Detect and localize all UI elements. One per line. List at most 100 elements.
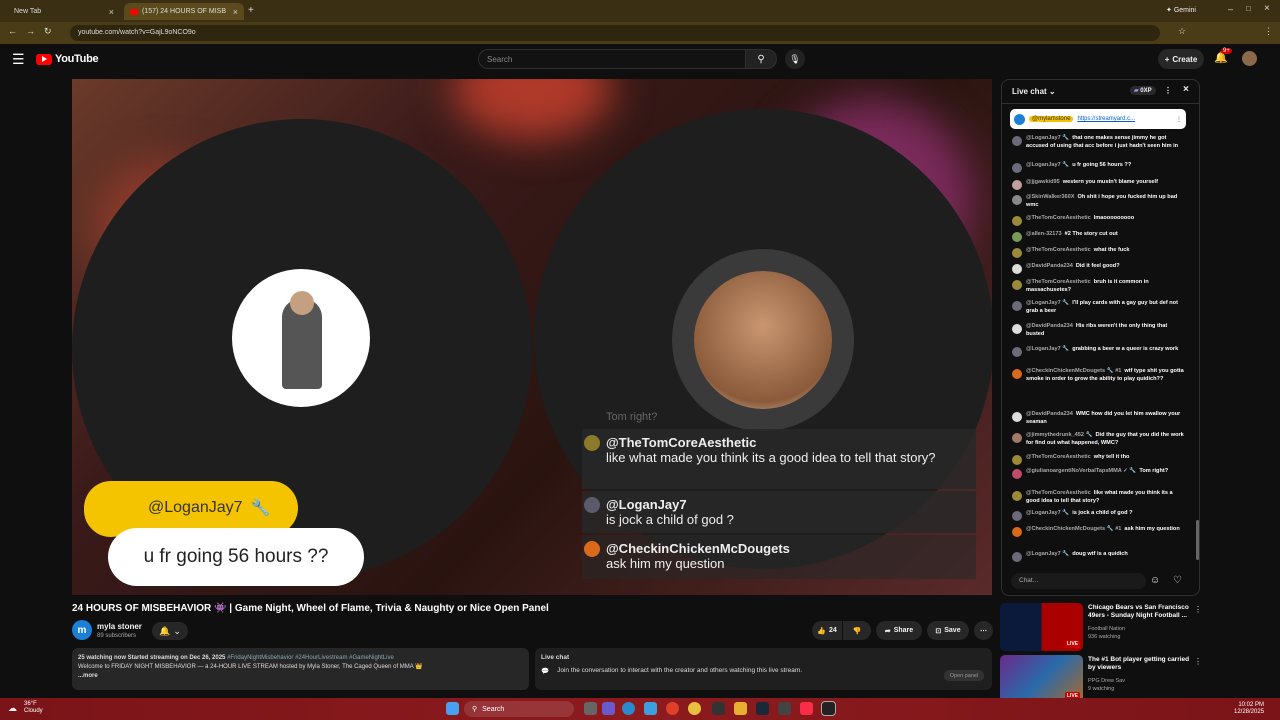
- dislike-button[interactable]: 👎: [843, 621, 871, 640]
- pinned-link[interactable]: https://streamyard.c...: [1077, 116, 1135, 122]
- task-view-icon[interactable]: [584, 702, 597, 715]
- subscribed-bell-button[interactable]: 🔔 ⌄: [152, 622, 188, 640]
- steam-icon[interactable]: [756, 702, 769, 715]
- chat-username[interactable]: @SkinWalker360X: [1026, 194, 1074, 200]
- chat-username[interactable]: @LoganJay7 🔧: [1026, 162, 1069, 168]
- voice-search-button[interactable]: 🎙: [785, 49, 805, 69]
- chat-username[interactable]: @CheckinChickenMcDougets 🔧 #1: [1026, 526, 1121, 532]
- save-button[interactable]: ⊡ Save: [927, 621, 969, 640]
- gemini-button[interactable]: ✦ Gemini: [1166, 6, 1196, 14]
- chat-message[interactable]: @LoganJay7 🔧 u fr going 56 hours ??: [1010, 162, 1186, 173]
- chat-message[interactable]: @LoganJay7 🔧 is jock a child of god ?: [1010, 510, 1186, 521]
- chat-username[interactable]: @DavidPanda234: [1026, 323, 1073, 329]
- maximize-icon[interactable]: □: [1246, 4, 1251, 13]
- chat-username[interactable]: @CheckinChickenMcDougets 🔧 #1: [1026, 368, 1121, 374]
- bookmark-star-icon[interactable]: ☆: [1178, 26, 1186, 37]
- xp-badge[interactable]: ▰ 0XP: [1130, 86, 1156, 95]
- open-panel-button[interactable]: Open panel: [944, 670, 984, 681]
- back-icon[interactable]: ←: [8, 26, 17, 36]
- chat-username[interactable]: @TheTomCoreAesthetic: [1026, 490, 1091, 496]
- suggested-video[interactable]: LIVE Chicago Bears vs San Francisco 49er…: [1000, 603, 1202, 651]
- show-more-link[interactable]: ...more: [78, 672, 523, 681]
- chat-username[interactable]: @jjgawkid95: [1026, 179, 1060, 185]
- chat-username[interactable]: @allen-32173: [1026, 231, 1062, 237]
- chat-message[interactable]: @CheckinChickenMcDougets 🔧 #1 ask him my …: [1010, 526, 1186, 537]
- chat-message[interactable]: @LoganJay7 🔧 I'll play cards with a gay g…: [1010, 300, 1186, 315]
- pinned-more-icon[interactable]: ⋮: [1176, 116, 1182, 123]
- chrome-icon[interactable]: [688, 702, 701, 715]
- hamburger-menu-icon[interactable]: ☰: [12, 51, 25, 68]
- more-vertical-icon[interactable]: ⋮: [1194, 657, 1202, 666]
- chat-message[interactable]: @TheTomCoreAesthetic like what made you t…: [1010, 490, 1186, 505]
- more-actions-button[interactable]: ⋯: [974, 621, 993, 640]
- browser-menu-icon[interactable]: ⋮: [1264, 26, 1273, 37]
- create-button[interactable]: + Create: [1158, 49, 1204, 69]
- chat-username[interactable]: @TheTomCoreAesthetic: [1026, 279, 1091, 285]
- chat-message[interactable]: @TheTomCoreAesthetic what the fuck: [1010, 247, 1186, 258]
- windows-start-icon[interactable]: [446, 702, 459, 715]
- chat-message[interactable]: @LoganJay7 🔧 doug wtf is a quidich: [1010, 551, 1186, 562]
- app-icon[interactable]: [712, 702, 725, 715]
- chat-more-icon[interactable]: ⋮: [1164, 86, 1172, 95]
- chat-username[interactable]: @LoganJay7 🔧: [1026, 551, 1069, 557]
- like-button[interactable]: 👍 24: [812, 621, 842, 640]
- weather-widget[interactable]: 36°F Cloudy: [24, 701, 43, 715]
- file-explorer-icon[interactable]: [734, 702, 747, 715]
- chat-username[interactable]: @giulianoargentiNoVerbalTapsMMA ✓ 🔧: [1026, 468, 1136, 474]
- suggested-video[interactable]: LIVE The #1 Bot player getting carried b…: [1000, 655, 1202, 703]
- chat-message[interactable]: @DavidPanda234 WMC how did you let him sw…: [1010, 411, 1186, 426]
- chat-scrollbar[interactable]: [1196, 520, 1199, 560]
- channel-name[interactable]: myla stoner: [97, 622, 142, 631]
- tab-youtube[interactable]: (157) 24 HOURS OF MISB ×: [124, 3, 244, 20]
- new-tab-icon[interactable]: +: [248, 5, 254, 16]
- close-icon[interactable]: ×: [109, 7, 114, 17]
- reload-icon[interactable]: ↻: [44, 26, 52, 37]
- channel-avatar[interactable]: m: [72, 620, 92, 640]
- youtube-logo[interactable]: YouTube: [36, 53, 99, 65]
- pinned-message[interactable]: @mylamstone https://streamyard.c... ⋮: [1010, 109, 1186, 129]
- search-input[interactable]: Search: [478, 49, 746, 69]
- chat-username[interactable]: @jimmythedrunk_452 🔧: [1026, 432, 1093, 438]
- tab-new-tab[interactable]: New Tab ×: [8, 3, 120, 20]
- app-icon[interactable]: [666, 702, 679, 715]
- forward-icon[interactable]: →: [26, 26, 35, 36]
- system-clock[interactable]: 10:02 PM 12/28/2025: [1234, 702, 1264, 716]
- chat-username[interactable]: @LoganJay7 🔧: [1026, 510, 1069, 516]
- chat-message[interactable]: @giulianoargentiNoVerbalTapsMMA ✓ 🔧 Tom r…: [1010, 468, 1186, 479]
- chat-username[interactable]: @LoganJay7 🔧: [1026, 135, 1069, 141]
- close-icon[interactable]: ×: [233, 7, 238, 17]
- chat-message[interactable]: @SkinWalker360X Oh shit i hope you fucked…: [1010, 194, 1186, 209]
- app-icon[interactable]: [778, 702, 791, 715]
- music-icon[interactable]: [800, 702, 813, 715]
- chat-input[interactable]: Chat...: [1011, 573, 1146, 589]
- chat-message[interactable]: @allen-32173 #2 The story cut out: [1010, 231, 1186, 242]
- chat-username[interactable]: @TheTomCoreAesthetic: [1026, 215, 1091, 221]
- url-field[interactable]: youtube.com/watch?v=GajL9oNCO9o: [70, 25, 1160, 41]
- search-button[interactable]: ⚲: [745, 49, 777, 69]
- account-avatar[interactable]: [1242, 51, 1257, 66]
- chat-username[interactable]: @TheTomCoreAesthetic: [1026, 247, 1091, 253]
- share-button[interactable]: ➦ Share: [876, 621, 922, 640]
- taskbar-search[interactable]: ⚲ Search: [464, 701, 574, 717]
- heart-icon[interactable]: ♡: [1173, 575, 1182, 586]
- chat-username[interactable]: @LoganJay7 🔧: [1026, 346, 1069, 352]
- store-icon[interactable]: [644, 702, 657, 715]
- chat-message[interactable]: @TheTomCoreAesthetic bruh is it common in…: [1010, 279, 1186, 294]
- chat-message[interactable]: @jimmythedrunk_452 🔧 Did the guy that you…: [1010, 432, 1186, 447]
- chat-message[interactable]: @TheTomCoreAesthetic lmaooooooooo: [1010, 215, 1186, 226]
- teams-icon[interactable]: [602, 702, 615, 715]
- chat-message[interactable]: @CheckinChickenMcDougets 🔧 #1 wtf type sh…: [1010, 368, 1186, 383]
- description-box[interactable]: 25 watching now Started streaming on Dec…: [72, 648, 529, 690]
- chat-message[interactable]: @LoganJay7 🔧 that one makes sense jimmy h…: [1010, 135, 1186, 150]
- chat-username[interactable]: @DavidPanda234: [1026, 411, 1073, 417]
- app-icon[interactable]: [821, 701, 836, 716]
- chat-message[interactable]: @DavidPanda234 Did it feel good?: [1010, 263, 1186, 274]
- chat-username[interactable]: @DavidPanda234: [1026, 263, 1073, 269]
- chat-username[interactable]: @TheTomCoreAesthetic: [1026, 454, 1091, 460]
- close-chat-icon[interactable]: ×: [1183, 84, 1189, 95]
- close-window-icon[interactable]: ×: [1264, 3, 1270, 14]
- chat-message[interactable]: @TheTomCoreAesthetic why tell it tho: [1010, 454, 1186, 465]
- emoji-icon[interactable]: ☺: [1150, 575, 1160, 586]
- chat-username[interactable]: @LoganJay7 🔧: [1026, 300, 1069, 306]
- chat-mode-dropdown[interactable]: Live chat ⌄: [1012, 87, 1056, 96]
